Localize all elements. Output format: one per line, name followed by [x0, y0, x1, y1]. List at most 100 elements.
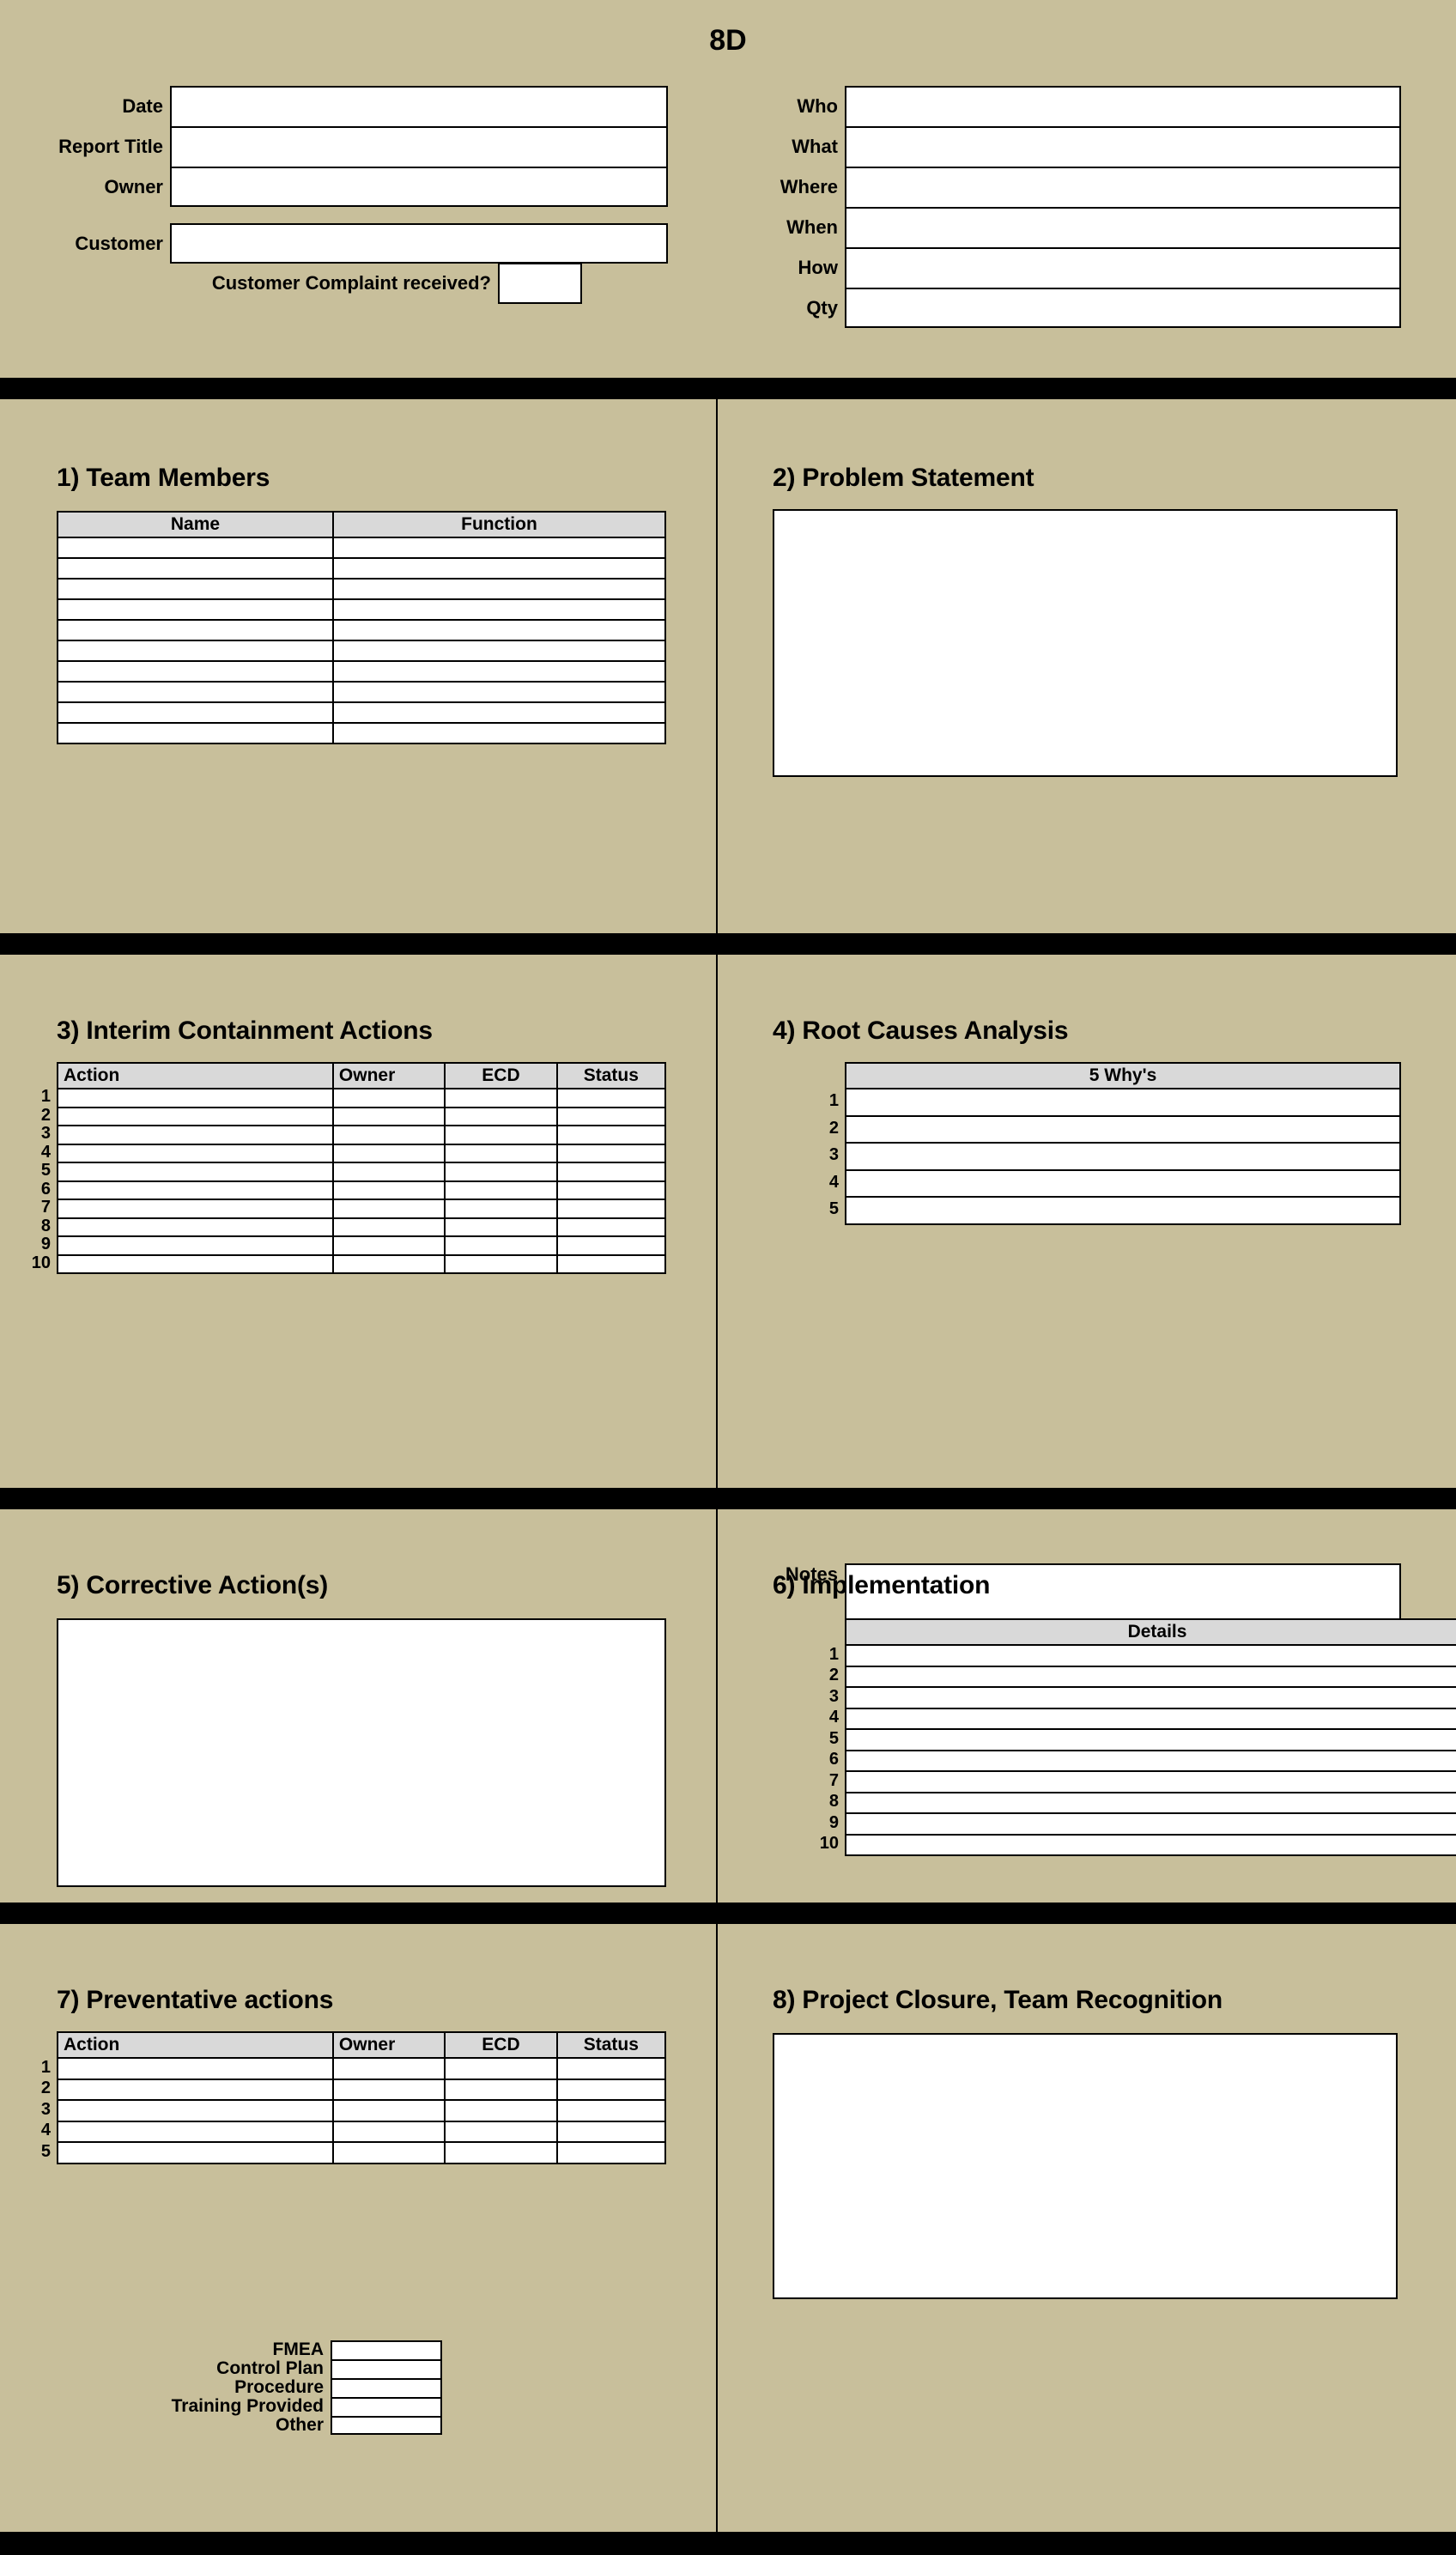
- cell-name[interactable]: [57, 640, 334, 662]
- cell-details[interactable]: [845, 1833, 1456, 1856]
- cell-why[interactable]: [845, 1114, 1401, 1144]
- cell-ecd[interactable]: [444, 1125, 558, 1145]
- field-input-report-title[interactable]: [170, 126, 668, 167]
- cell-details[interactable]: [845, 1812, 1456, 1836]
- cell-action[interactable]: [57, 2078, 334, 2101]
- cell-name[interactable]: [57, 557, 334, 580]
- cell-action[interactable]: [57, 1125, 334, 1145]
- cell-status[interactable]: [555, 2099, 667, 2122]
- cell-owner[interactable]: [331, 1235, 446, 1256]
- cell-why[interactable]: [845, 1088, 1401, 1117]
- cell-ecd[interactable]: [444, 1106, 558, 1126]
- cell-function[interactable]: [331, 722, 667, 744]
- cell-ecd[interactable]: [444, 1199, 558, 1219]
- cell-ecd[interactable]: [444, 2057, 558, 2080]
- cell-name[interactable]: [57, 722, 334, 744]
- cell-why[interactable]: [845, 1196, 1401, 1225]
- cell-function[interactable]: [331, 660, 667, 683]
- cell-action[interactable]: [57, 1180, 334, 1200]
- cell-name[interactable]: [57, 537, 334, 559]
- cell-owner[interactable]: [331, 2120, 446, 2143]
- field-input-who[interactable]: [845, 86, 1401, 126]
- cell-status[interactable]: [555, 2120, 667, 2143]
- cell-function[interactable]: [331, 557, 667, 580]
- cell-details[interactable]: [845, 1791, 1456, 1814]
- cell-status[interactable]: [555, 1125, 667, 1145]
- cell-function[interactable]: [331, 578, 667, 600]
- cell-owner[interactable]: [331, 1106, 446, 1126]
- cell-ecd[interactable]: [444, 1180, 558, 1200]
- cell-function[interactable]: [331, 598, 667, 621]
- cell-owner[interactable]: [331, 2099, 446, 2122]
- cell-owner[interactable]: [331, 1143, 446, 1163]
- field-input-when[interactable]: [845, 207, 1401, 247]
- cell-ecd[interactable]: [444, 1253, 558, 1274]
- field-input-owner[interactable]: [170, 167, 668, 207]
- cell-owner[interactable]: [331, 1217, 446, 1237]
- cell-status[interactable]: [555, 1162, 667, 1182]
- cell-ecd[interactable]: [444, 1235, 558, 1256]
- cell-function[interactable]: [331, 701, 667, 724]
- field-input-complaint[interactable]: [498, 263, 582, 304]
- cell-action[interactable]: [57, 2099, 334, 2122]
- checklist-input-control-plan[interactable]: [331, 2359, 442, 2378]
- cell-ecd[interactable]: [444, 2120, 558, 2143]
- cell-status[interactable]: [555, 1088, 667, 1108]
- cell-action[interactable]: [57, 1162, 334, 1182]
- cell-status[interactable]: [555, 1180, 667, 1200]
- field-input-how[interactable]: [845, 247, 1401, 288]
- corrective-actions-input[interactable]: [57, 1618, 666, 1887]
- cell-status[interactable]: [555, 2057, 667, 2080]
- cell-details[interactable]: [845, 1665, 1456, 1688]
- cell-action[interactable]: [57, 1199, 334, 1219]
- cell-function[interactable]: [331, 537, 667, 559]
- cell-action[interactable]: [57, 1235, 334, 1256]
- checklist-input-fmea[interactable]: [331, 2340, 442, 2359]
- cell-ecd[interactable]: [444, 1162, 558, 1182]
- cell-name[interactable]: [57, 681, 334, 703]
- cell-name[interactable]: [57, 598, 334, 621]
- cell-name[interactable]: [57, 578, 334, 600]
- cell-owner[interactable]: [331, 1180, 446, 1200]
- checklist-input-procedure[interactable]: [331, 2378, 442, 2397]
- cell-action[interactable]: [57, 2057, 334, 2080]
- cell-action[interactable]: [57, 2120, 334, 2143]
- cell-ecd[interactable]: [444, 2141, 558, 2164]
- cell-action[interactable]: [57, 1088, 334, 1108]
- cell-function[interactable]: [331, 619, 667, 641]
- cell-status[interactable]: [555, 2078, 667, 2101]
- cell-action[interactable]: [57, 1217, 334, 1237]
- cell-owner[interactable]: [331, 1253, 446, 1274]
- cell-owner[interactable]: [331, 2078, 446, 2101]
- field-input-date[interactable]: [170, 86, 668, 126]
- cell-owner[interactable]: [331, 1162, 446, 1182]
- cell-status[interactable]: [555, 1143, 667, 1163]
- cell-function[interactable]: [331, 681, 667, 703]
- checklist-input-training-provided[interactable]: [331, 2397, 442, 2416]
- cell-status[interactable]: [555, 2141, 667, 2164]
- field-input-what[interactable]: [845, 126, 1401, 167]
- cell-details[interactable]: [845, 1728, 1456, 1751]
- cell-name[interactable]: [57, 701, 334, 724]
- cell-status[interactable]: [555, 1253, 667, 1274]
- cell-why[interactable]: [845, 1168, 1401, 1198]
- field-input-where[interactable]: [845, 167, 1401, 207]
- cell-why[interactable]: [845, 1142, 1401, 1171]
- cell-action[interactable]: [57, 1106, 334, 1126]
- cell-owner[interactable]: [331, 2057, 446, 2080]
- field-input-customer[interactable]: [170, 223, 668, 264]
- cell-ecd[interactable]: [444, 2078, 558, 2101]
- cell-details[interactable]: [845, 1770, 1456, 1793]
- cell-status[interactable]: [555, 1235, 667, 1256]
- project-closure-input[interactable]: [773, 2033, 1398, 2299]
- cell-owner[interactable]: [331, 1125, 446, 1145]
- cell-owner[interactable]: [331, 2141, 446, 2164]
- cell-action[interactable]: [57, 2141, 334, 2164]
- cell-owner[interactable]: [331, 1088, 446, 1108]
- cell-owner[interactable]: [331, 1199, 446, 1219]
- cell-function[interactable]: [331, 640, 667, 662]
- cell-details[interactable]: [845, 1707, 1456, 1730]
- cell-status[interactable]: [555, 1217, 667, 1237]
- cell-details[interactable]: [845, 1686, 1456, 1709]
- cell-ecd[interactable]: [444, 2099, 558, 2122]
